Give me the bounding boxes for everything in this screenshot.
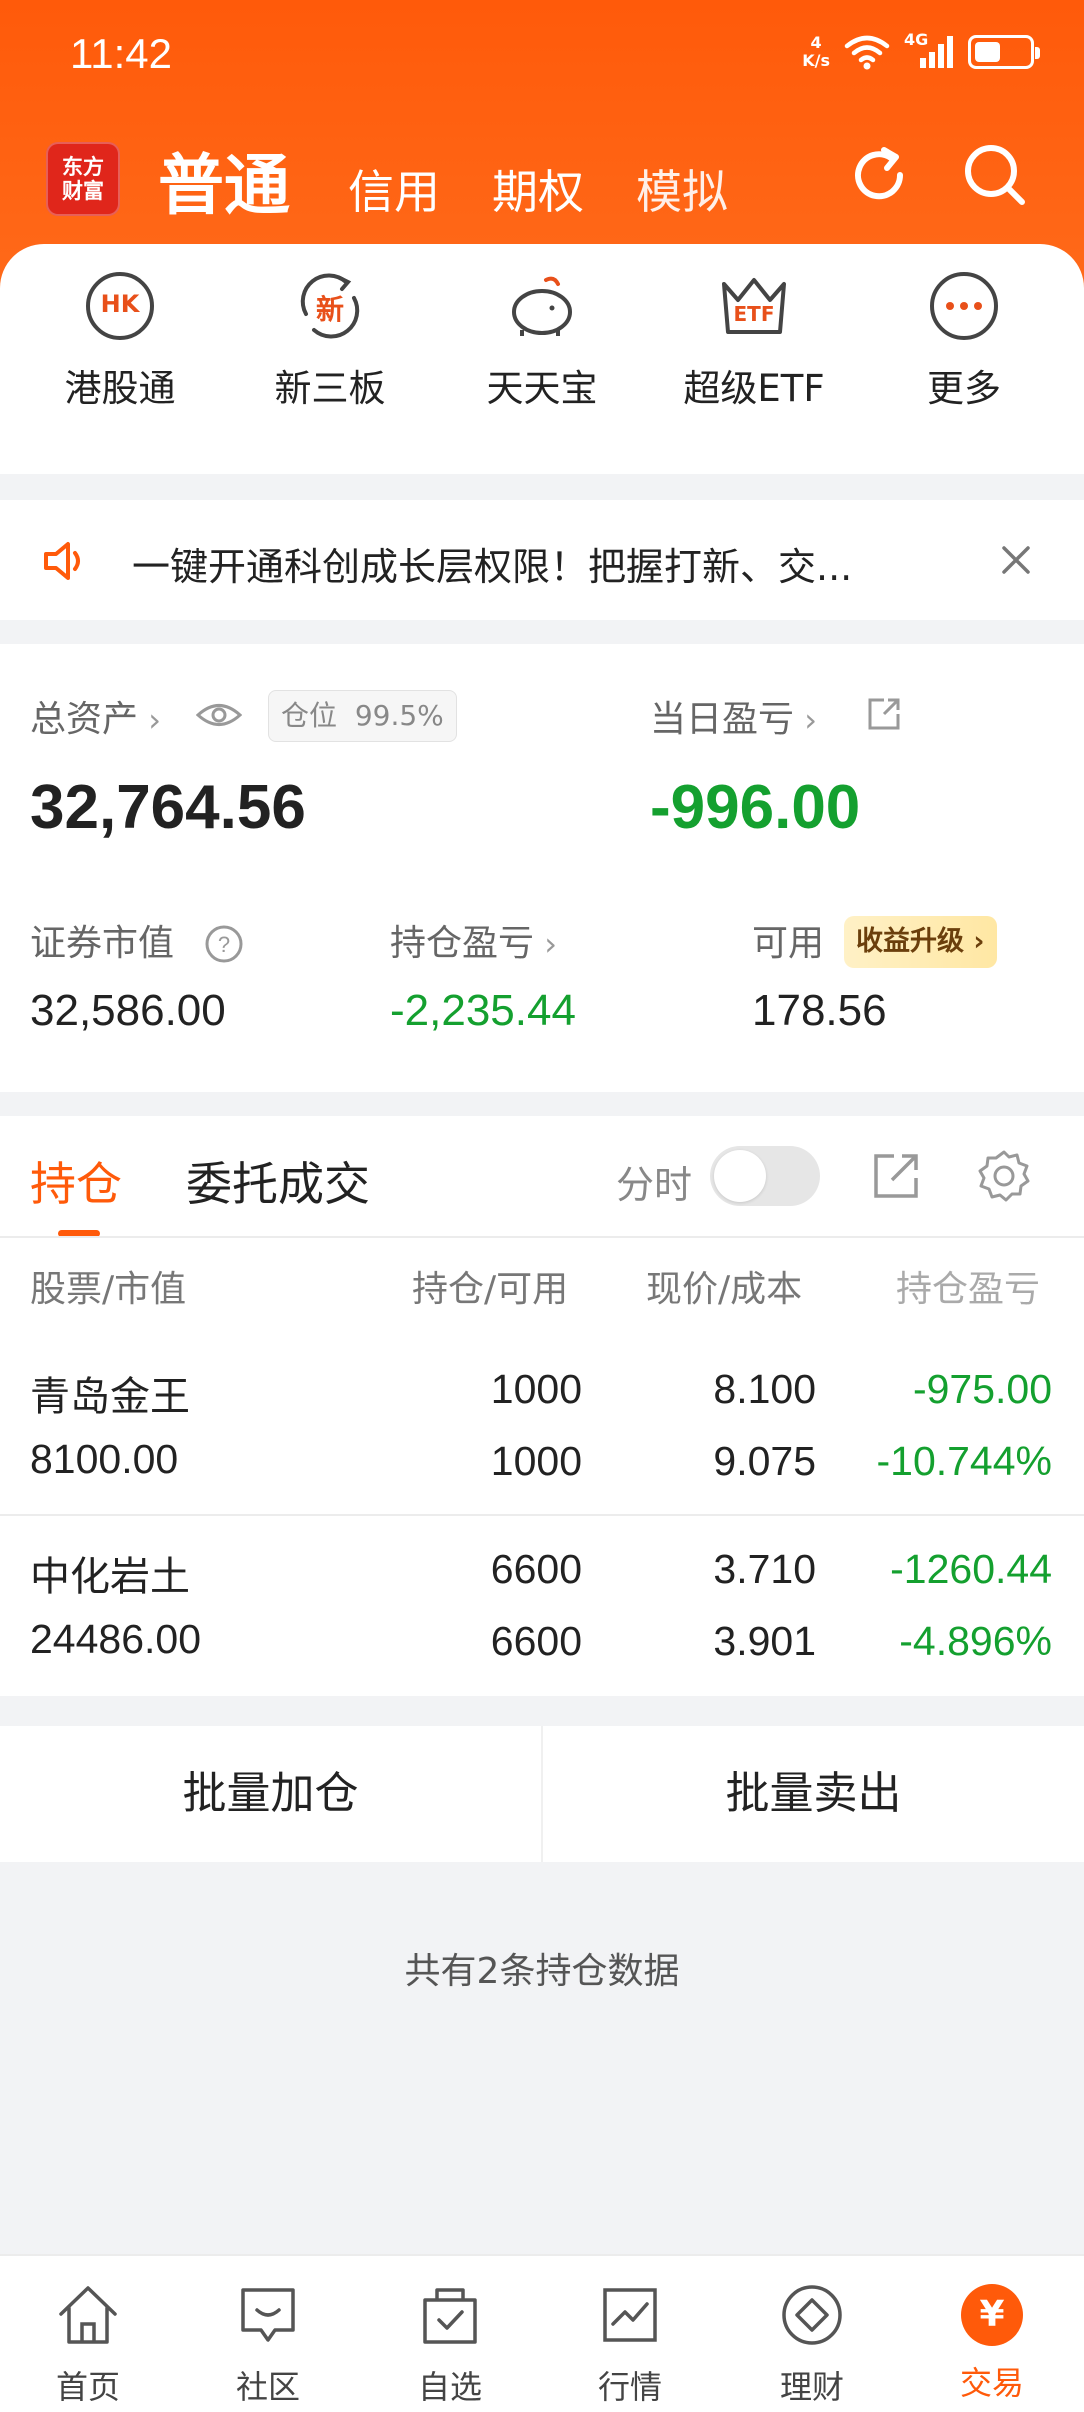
position-pl: -975.00 <box>912 1366 1052 1412</box>
status-bar: 11:42 4 K/s 4G <box>0 0 1084 110</box>
refresh-icon[interactable] <box>844 140 914 210</box>
app-screen: 11:42 4 K/s 4G 东方 财富 普通 信用 期权 模拟 HK 港股通 … <box>0 0 1084 2412</box>
tab-options[interactable]: 期权 <box>492 156 584 222</box>
etf-crown-icon: ETF <box>718 270 790 342</box>
search-icon[interactable] <box>960 140 1030 210</box>
daily-pl-link[interactable]: 当日盈亏 › <box>650 690 817 742</box>
nav-trade[interactable]: ¥ 交易 <box>922 2280 1062 2404</box>
cost-price: 3.901 <box>713 1618 816 1664</box>
tab-normal[interactable]: 普通 <box>158 132 290 228</box>
daily-pl-value: -996.00 <box>650 773 861 842</box>
battery-icon <box>968 35 1040 69</box>
close-icon[interactable] <box>998 542 1034 578</box>
shortcut-more[interactable]: 更多 <box>864 270 1064 412</box>
holdings-count-text: 共有2条持仓数据 <box>404 1951 680 1992</box>
cost-price: 9.075 <box>713 1438 816 1484</box>
timeshare-toggle[interactable] <box>710 1146 820 1206</box>
market-value-label: 证券市值 <box>30 923 175 964</box>
asset-summary: 总资产 › 仓位 99.5% 32,764.56 当日盈亏 › -996.00 … <box>0 644 1084 1092</box>
shortcut-grid: HK 港股通 新 新三板 天天宝 ETF 超级ETF 更多 <box>0 244 1084 474</box>
total-assets-value: 32,764.56 <box>30 773 306 842</box>
tab-credit[interactable]: 信用 <box>348 156 440 222</box>
hk-icon: HK <box>84 270 156 342</box>
timeshare-label: 分时 <box>616 1163 693 1207</box>
column-header-holding: 持仓/可用 <box>412 1269 569 1310</box>
holding-pl-link[interactable]: 持仓盈亏 › <box>390 914 557 966</box>
shortcut-super-etf[interactable]: ETF 超级ETF <box>654 270 854 412</box>
community-icon <box>241 2288 295 2342</box>
new-board-icon: 新 <box>294 270 366 342</box>
bottom-navigation: 首页 社区 自选 行情 理财 ¥ 交易 <box>0 2254 1084 2412</box>
tab-holdings[interactable]: 持仓 <box>30 1148 122 1214</box>
network-speed: 4 K/s <box>802 33 830 70</box>
divider <box>0 1514 1084 1516</box>
total-assets-link[interactable]: 总资产 › <box>30 690 161 742</box>
svg-text:?: ? <box>218 932 230 957</box>
divider <box>0 1236 1084 1238</box>
holding-qty: 1000 <box>490 1366 582 1412</box>
wealth-icon <box>782 2285 842 2345</box>
current-price: 3.710 <box>713 1546 816 1592</box>
gear-icon[interactable] <box>976 1148 1032 1204</box>
trade-icon: ¥ <box>957 2280 1027 2350</box>
market-value: 32,586.00 <box>30 986 226 1035</box>
tab-simulation[interactable]: 模拟 <box>636 156 728 222</box>
more-icon <box>928 270 1000 342</box>
position-pl-pct: -10.744% <box>876 1438 1052 1484</box>
clock: 11:42 <box>70 30 172 77</box>
current-price: 8.100 <box>713 1366 816 1412</box>
nav-home[interactable]: 首页 <box>18 2280 158 2408</box>
export-icon[interactable] <box>870 1150 922 1202</box>
yield-upgrade-badge[interactable]: 收益升级 › <box>844 916 997 968</box>
tab-orders[interactable]: 委托成交 <box>186 1148 370 1214</box>
announcement-bar[interactable]: 一键开通科创成长层权限！把握打新、交... <box>0 500 1084 620</box>
available-value: 178.56 <box>752 986 887 1035</box>
shortcut-tiantianbao[interactable]: 天天宝 <box>442 270 642 412</box>
column-header-pl: 持仓盈亏 <box>896 1269 1041 1310</box>
market-icon <box>603 2288 657 2342</box>
nav-watchlist[interactable]: 自选 <box>380 2280 520 2408</box>
share-icon[interactable] <box>866 696 902 732</box>
signal-icon: 4G <box>904 30 954 70</box>
app-logo[interactable]: 东方 财富 <box>46 142 120 216</box>
holding-pl-value: -2,235.44 <box>390 986 576 1035</box>
stock-name: 中化岩土 <box>30 1554 190 1600</box>
announcement-text: 一键开通科创成长层权限！把握打新、交... <box>132 545 853 589</box>
batch-add-button[interactable]: 批量加仓 <box>0 1726 541 1862</box>
column-header-stock: 股票/市值 <box>30 1269 187 1310</box>
available-qty: 6600 <box>490 1618 582 1664</box>
piggy-bank-icon <box>506 270 578 342</box>
nav-community[interactable]: 社区 <box>198 2280 338 2408</box>
available-label: 可用 <box>752 923 825 964</box>
available-qty: 1000 <box>490 1438 582 1484</box>
position-pl: -1260.44 <box>890 1546 1052 1592</box>
shortcut-new-third-board[interactable]: 新 新三板 <box>230 270 430 412</box>
position-ratio-badge: 仓位 99.5% <box>268 690 457 742</box>
stock-market-value: 8100.00 <box>30 1436 179 1482</box>
speaker-icon <box>44 542 80 580</box>
wifi-icon <box>844 35 890 70</box>
position-pl-pct: -4.896% <box>899 1618 1052 1664</box>
watchlist-icon <box>423 2288 477 2344</box>
positions-panel: 持仓 委托成交 分时 股票/市值 持仓/可用 现价/成本 持仓盈亏 青岛金王 8… <box>0 1116 1084 1696</box>
batch-actions: 批量加仓 批量卖出 <box>0 1726 1084 1862</box>
eye-icon[interactable] <box>196 700 242 730</box>
account-tabs: 东方 财富 普通 信用 期权 模拟 <box>0 120 1084 240</box>
nav-market[interactable]: 行情 <box>560 2280 700 2408</box>
nav-wealth[interactable]: 理财 <box>742 2280 882 2408</box>
stock-name: 青岛金王 <box>30 1374 190 1420</box>
help-icon[interactable]: ? <box>204 924 244 964</box>
status-icons: 4 K/s 4G <box>802 30 1040 70</box>
batch-sell-button[interactable]: 批量卖出 <box>543 1726 1084 1862</box>
stock-market-value: 24486.00 <box>30 1616 202 1662</box>
holding-qty: 6600 <box>490 1546 582 1592</box>
column-header-price: 现价/成本 <box>646 1269 803 1310</box>
shortcut-hk-connect[interactable]: HK 港股通 <box>20 270 220 412</box>
home-icon <box>59 2286 117 2344</box>
